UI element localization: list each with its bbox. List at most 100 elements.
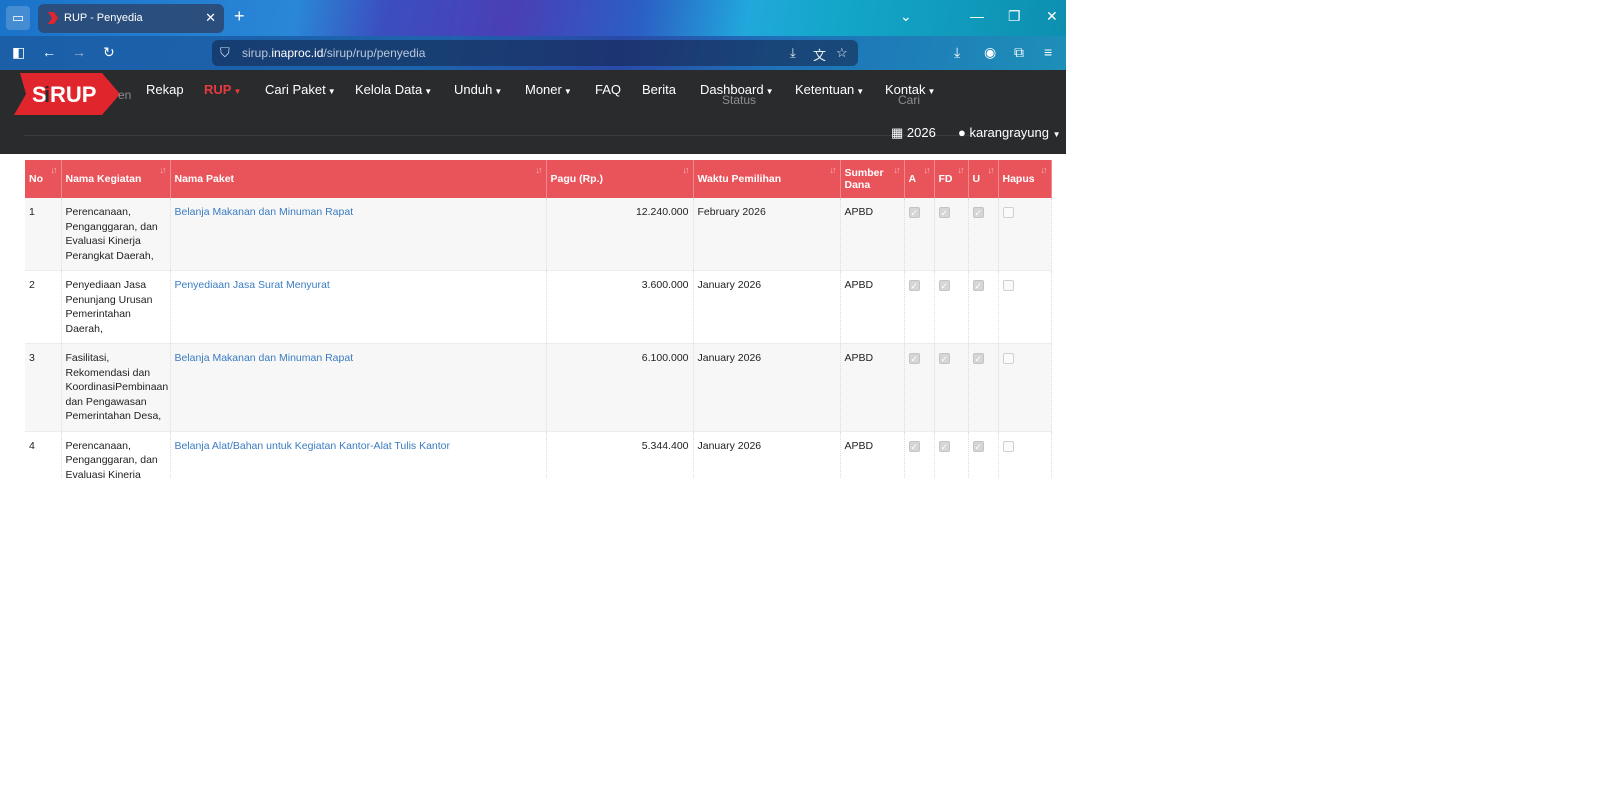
table-row: 1 Perencanaan, Penganggaran, dan Evaluas…: [25, 198, 1052, 271]
column-header-pagu[interactable]: Pagu (Rp.) ↓↑: [546, 160, 694, 198]
u-checkbox[interactable]: [972, 279, 984, 294]
hapus-checkbox[interactable]: [1002, 440, 1014, 452]
column-header-no[interactable]: No ↓↑: [25, 160, 62, 198]
cell-u: [968, 198, 999, 271]
a-checkbox[interactable]: [908, 279, 920, 294]
column-header-u[interactable]: U ↓↑: [968, 160, 999, 198]
paket-link[interactable]: Belanja Makanan dan Minuman Rapat: [175, 352, 354, 364]
a-checkbox[interactable]: [908, 440, 920, 454]
menu-berita[interactable]: Berita: [642, 82, 676, 97]
tab-title: RUP - Penyedia: [64, 12, 143, 24]
install-icon[interactable]: ⤓: [790, 45, 796, 61]
cell-pagu: 3.600.000: [546, 270, 694, 344]
paket-link[interactable]: Belanja Makanan dan Minuman Rapat: [175, 206, 354, 218]
hapus-checkbox[interactable]: [1002, 207, 1014, 218]
menu-kontak[interactable]: Kontak ▼: [885, 82, 935, 97]
column-header-hapus[interactable]: Hapus ↓↑: [998, 160, 1052, 198]
cell-fd: [934, 198, 969, 271]
year-selector[interactable]: ▦ 2026: [891, 125, 936, 141]
fd-checkbox[interactable]: [938, 440, 950, 454]
cell-a: [904, 343, 935, 432]
star-icon[interactable]: ☆: [836, 45, 848, 61]
cell-pagu: 12.240.000: [546, 198, 694, 271]
sirup-logo[interactable]: S i RUP: [14, 73, 120, 115]
column-header-nama-kegiatan[interactable]: Nama Kegiatan ↓↑: [61, 160, 171, 198]
table-row: 3 Fasilitasi, Rekomendasi dan Koordinasi…: [25, 343, 1052, 432]
forward-icon[interactable]: →: [72, 44, 86, 60]
minimize-icon[interactable]: —: [970, 8, 984, 24]
column-header-sumber-dana[interactable]: Sumber Dana ↓↑: [840, 160, 905, 198]
a-checkbox[interactable]: [908, 206, 920, 221]
hapus-checkbox[interactable]: [1002, 280, 1014, 291]
cell-hapus: [998, 198, 1052, 271]
fd-checkbox[interactable]: [938, 279, 950, 294]
back-icon[interactable]: ←: [42, 44, 56, 60]
menu-rekap[interactable]: Rekap: [146, 82, 184, 97]
cell-hapus: [998, 431, 1052, 478]
cell-a: [904, 198, 935, 271]
navigation-bar: ◧ ← → ↻ ⛉ sirup.inaproc.id/sirup/rup/pen…: [0, 36, 1066, 70]
download-icon[interactable]: ⤓: [954, 44, 960, 61]
chevron-down-icon[interactable]: ⌄: [900, 8, 912, 25]
user-menu[interactable]: ● karangrayung ▼: [958, 125, 1061, 140]
column-header-a[interactable]: A ↓↑: [904, 160, 935, 198]
cell-waktu-pemilihan: February 2026: [693, 198, 841, 271]
menu-cari-paket[interactable]: Cari Paket ▼: [265, 82, 336, 97]
extensions-icon[interactable]: ⧉: [1014, 44, 1024, 61]
address-bar[interactable]: ⛉ sirup.inaproc.id/sirup/rup/penyedia ⤓ …: [212, 40, 858, 66]
url-text[interactable]: sirup.inaproc.id/sirup/rup/penyedia: [242, 46, 425, 60]
menu-faq[interactable]: FAQ: [595, 82, 621, 97]
new-tab-icon[interactable]: +: [234, 6, 245, 27]
table-row: 2 Penyediaan Jasa Penunjang Urusan Pemer…: [25, 270, 1052, 344]
cell-nama-kegiatan: Perencanaan, Penganggaran, dan Evaluasi …: [61, 198, 171, 271]
menu-unduh[interactable]: Unduh ▼: [454, 82, 502, 97]
u-checkbox[interactable]: [972, 352, 984, 367]
menu-kelola-data[interactable]: Kelola Data ▼: [355, 82, 432, 97]
a-checkbox[interactable]: [908, 352, 920, 367]
sort-icon: ↓↑: [957, 165, 965, 175]
cell-u: [968, 270, 999, 344]
paket-link[interactable]: Belanja Alat/Bahan untuk Kegiatan Kantor…: [175, 440, 451, 452]
cell-nama-paket: Belanja Makanan dan Minuman Rapat: [170, 198, 547, 271]
cell-a: [904, 270, 935, 344]
browser-tab[interactable]: RUP - Penyedia ✕: [38, 4, 224, 33]
menu-rup[interactable]: RUP ▼: [204, 82, 241, 97]
tab-list-icon[interactable]: ▭: [6, 6, 30, 30]
cell-sumber-dana: APBD: [840, 270, 905, 344]
column-header-waktu-pemilihan[interactable]: Waktu Pemilihan ↓↑: [693, 160, 841, 198]
u-checkbox[interactable]: [972, 206, 984, 221]
cell-no: 2: [25, 270, 62, 344]
cell-u: [968, 431, 999, 478]
cell-hapus: [998, 270, 1052, 344]
cell-nama-kegiatan: Perencanaan, Penganggaran, dan Evaluasi …: [61, 431, 171, 478]
menu-ketentuan[interactable]: Ketentuan ▼: [795, 82, 864, 97]
menu-moner[interactable]: Moner ▼: [525, 82, 572, 97]
column-header-fd[interactable]: FD ↓↑: [934, 160, 969, 198]
cell-fd: [934, 270, 969, 344]
cell-u: [968, 343, 999, 432]
cell-fd: [934, 343, 969, 432]
paket-link[interactable]: Penyediaan Jasa Surat Menyurat: [175, 279, 330, 291]
translate-icon[interactable]: 文: [813, 45, 826, 64]
column-header-nama-paket[interactable]: Nama Paket ↓↑: [170, 160, 547, 198]
cell-sumber-dana: APBD: [840, 431, 905, 478]
restore-icon[interactable]: ❐: [1008, 8, 1021, 25]
menu-icon[interactable]: ≡: [1044, 44, 1052, 60]
account-icon[interactable]: ◉: [984, 44, 996, 61]
sidebar-icon[interactable]: ◧: [12, 44, 25, 61]
close-tab-icon[interactable]: ✕: [205, 10, 216, 26]
close-window-icon[interactable]: ✕: [1046, 8, 1058, 25]
shield-icon[interactable]: ⛉: [220, 45, 230, 61]
cell-sumber-dana: APBD: [840, 198, 905, 271]
cell-pagu: 5.344.400: [546, 431, 694, 478]
reload-icon[interactable]: ↻: [103, 44, 115, 61]
fd-checkbox[interactable]: [938, 206, 950, 221]
sort-icon: ↓↑: [50, 165, 58, 175]
u-checkbox[interactable]: [972, 440, 984, 454]
ghost-label: en: [118, 88, 132, 102]
menu-dashboard[interactable]: Dashboard ▼: [700, 82, 774, 97]
hapus-checkbox[interactable]: [1002, 353, 1014, 364]
cell-waktu-pemilihan: January 2026: [693, 431, 841, 478]
fd-checkbox[interactable]: [938, 352, 950, 367]
sort-icon: ↓↑: [682, 165, 690, 175]
